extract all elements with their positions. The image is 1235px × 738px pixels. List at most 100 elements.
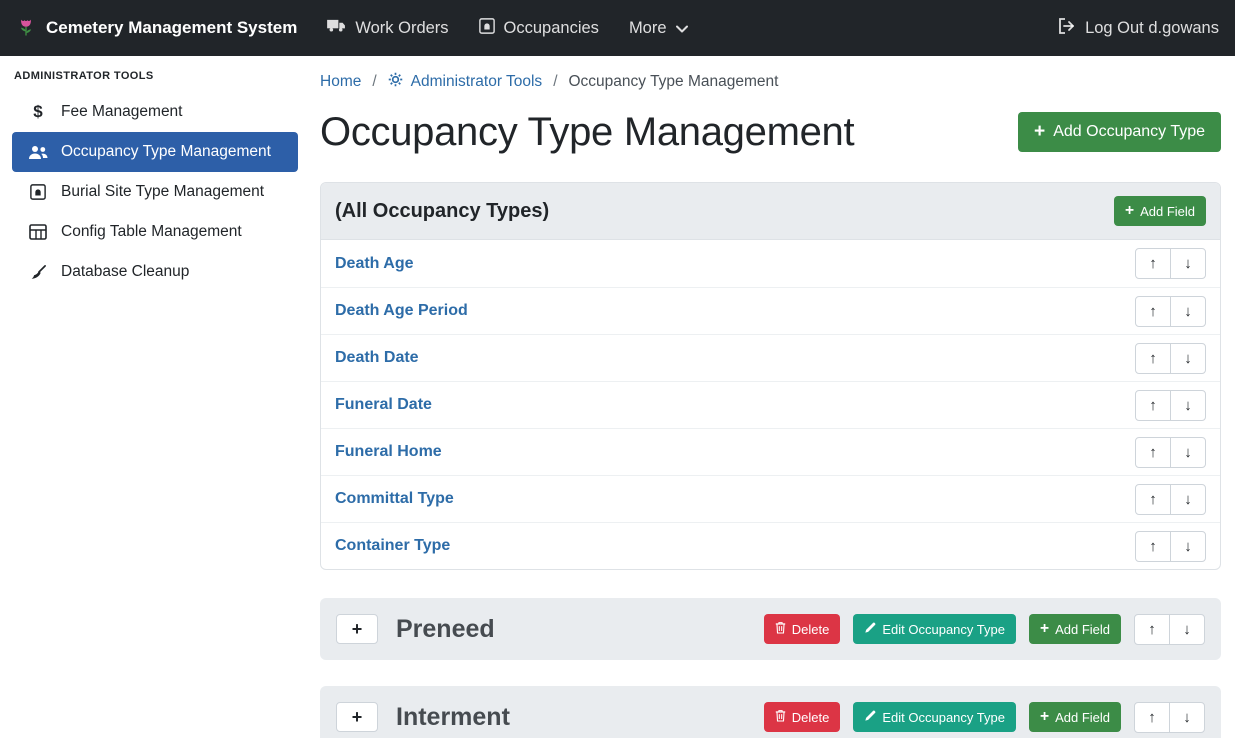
expand-section-button[interactable]: + [336,702,378,732]
expand-section-button[interactable]: + [336,614,378,644]
logout-button[interactable]: Log Out d.gowans [1058,18,1219,39]
arrow-down-icon: ↓ [1184,444,1192,461]
section-title: Preneed [396,615,495,644]
trash-icon [775,709,786,725]
arrow-up-icon: ↑ [1148,709,1156,726]
headstone-icon [479,18,495,39]
occupancy-type-section: + Interment Delete [320,686,1221,738]
section-actions: Delete Edit Occupancy Type + Add Field ↑ [764,614,1205,645]
move-down-button[interactable]: ↓ [1170,531,1206,562]
move-up-button[interactable]: ↑ [1135,437,1171,468]
add-field-label: Add Field [1055,622,1110,637]
plus-icon: + [1034,122,1045,141]
field-link[interactable]: Death Date [335,349,419,367]
add-occupancy-type-button[interactable]: + Add Occupancy Type [1018,112,1221,152]
field-link[interactable]: Container Type [335,537,450,555]
field-row: Container Type ↑ ↓ [321,522,1220,569]
nav-work-orders[interactable]: Work Orders [327,18,448,38]
field-link[interactable]: Committal Type [335,490,454,508]
section-title: Interment [396,703,510,732]
edit-occupancy-type-label: Edit Occupancy Type [882,710,1005,725]
move-up-button[interactable]: ↑ [1135,248,1171,279]
move-down-button[interactable]: ↓ [1170,248,1206,279]
arrow-down-icon: ↓ [1184,350,1192,367]
all-occupancy-types-title: (All Occupancy Types) [335,200,549,223]
reorder-button-group: ↑ ↓ [1135,296,1206,327]
arrow-up-icon: ↑ [1149,538,1157,555]
sidebar-item-label: Burial Site Type Management [61,183,264,201]
plus-icon: + [1040,709,1049,725]
delete-label: Delete [792,710,830,725]
add-field-button[interactable]: + Add Field [1029,702,1121,732]
field-row: Death Date ↑ ↓ [321,334,1220,381]
plus-icon: + [1040,621,1049,637]
move-up-button[interactable]: ↑ [1134,702,1170,733]
move-up-button[interactable]: ↑ [1135,296,1171,327]
add-field-button[interactable]: + Add Field [1114,196,1206,226]
trash-icon [775,621,786,637]
reorder-button-group: ↑ ↓ [1135,343,1206,374]
plus-icon: + [352,620,363,638]
sidebar-item-label: Config Table Management [61,223,242,241]
logout-icon [1058,18,1076,39]
sidebar-item-config-table-management[interactable]: Config Table Management [12,212,298,252]
sidebar-item-occupancy-type-management[interactable]: Occupancy Type Management [12,132,298,172]
sidebar-item-fee-management[interactable]: $ Fee Management [12,92,298,132]
move-down-button[interactable]: ↓ [1170,296,1206,327]
users-icon [28,144,48,160]
sidebar-item-label: Occupancy Type Management [61,143,271,161]
move-down-button[interactable]: ↓ [1170,437,1206,468]
sidebar-heading: ADMINISTRATOR TOOLS [12,70,298,92]
edit-occupancy-type-button[interactable]: Edit Occupancy Type [853,702,1016,732]
move-up-button[interactable]: ↑ [1135,531,1171,562]
arrow-down-icon: ↓ [1184,303,1192,320]
breadcrumb: Home / Administrator Tools / Occupancy T… [320,72,1221,92]
headstone-icon [28,184,48,200]
field-link[interactable]: Funeral Home [335,443,442,461]
add-field-label: Add Field [1140,204,1195,219]
chevron-down-icon [676,19,688,38]
field-row: Committal Type ↑ ↓ [321,475,1220,522]
sidebar-item-label: Database Cleanup [61,263,189,281]
edit-occupancy-type-button[interactable]: Edit Occupancy Type [853,614,1016,644]
move-up-button[interactable]: ↑ [1135,343,1171,374]
breadcrumb-home-link[interactable]: Home [320,73,361,91]
move-down-button[interactable]: ↓ [1170,484,1206,515]
field-link[interactable]: Death Age [335,255,414,273]
reorder-button-group: ↑ ↓ [1135,390,1206,421]
move-down-button[interactable]: ↓ [1170,343,1206,374]
arrow-up-icon: ↑ [1148,621,1156,638]
move-up-button[interactable]: ↑ [1134,614,1170,645]
sidebar-item-burial-site-type-management[interactable]: Burial Site Type Management [12,172,298,212]
move-up-button[interactable]: ↑ [1135,390,1171,421]
move-down-button[interactable]: ↓ [1169,702,1205,733]
arrow-down-icon: ↓ [1184,538,1192,555]
add-occupancy-type-label: Add Occupancy Type [1053,123,1205,141]
delete-button[interactable]: Delete [764,702,841,732]
arrow-up-icon: ↑ [1149,444,1157,461]
field-row: Funeral Date ↑ ↓ [321,381,1220,428]
app-brand[interactable]: Cemetery Management System [16,16,297,40]
field-link[interactable]: Death Age Period [335,302,468,320]
move-down-button[interactable]: ↓ [1170,390,1206,421]
field-row: Funeral Home ↑ ↓ [321,428,1220,475]
nav-more[interactable]: More [629,19,688,38]
delete-button[interactable]: Delete [764,614,841,644]
sidebar: ADMINISTRATOR TOOLS $ Fee Management Occ… [0,56,308,738]
table-icon [28,224,48,240]
arrow-down-icon: ↓ [1184,397,1192,414]
breadcrumb-admin-tools-link[interactable]: Administrator Tools [388,72,543,92]
broom-icon [28,264,48,281]
move-up-button[interactable]: ↑ [1135,484,1171,515]
tulip-logo-icon [16,16,36,40]
all-occupancy-types-card: (All Occupancy Types) + Add Field Death … [320,182,1221,570]
move-down-button[interactable]: ↓ [1169,614,1205,645]
field-rows: Death Age ↑ ↓ Death Age Period ↑ ↓ Death… [321,240,1220,569]
nav-occupancies[interactable]: Occupancies [479,18,599,39]
truck-icon [327,18,346,38]
section-actions: Delete Edit Occupancy Type + Add Field ↑ [764,702,1205,733]
field-link[interactable]: Funeral Date [335,396,432,414]
top-navbar: Cemetery Management System Work Orders O… [0,0,1235,56]
add-field-button[interactable]: + Add Field [1029,614,1121,644]
sidebar-item-database-cleanup[interactable]: Database Cleanup [12,252,298,292]
